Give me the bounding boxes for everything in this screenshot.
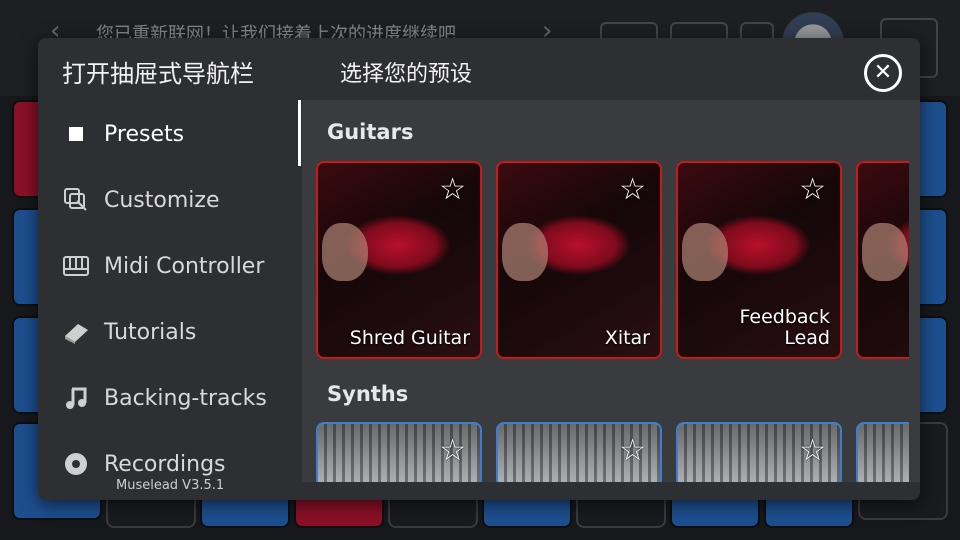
favorite-star-icon[interactable]: ☆ <box>619 175 646 205</box>
preset-card-synth[interactable]: ☆ <box>676 422 842 482</box>
preset-card-feedback-lead[interactable]: ☆ Feedback Lead <box>676 161 842 359</box>
preset-card-synth-partial[interactable] <box>856 422 909 482</box>
sidebar-item-presets[interactable]: Presets <box>62 114 184 154</box>
preset-card-label: Xitar <box>604 327 650 349</box>
keyboard-icon <box>62 252 90 280</box>
preset-card-label: Shred Guitar <box>349 327 470 349</box>
preset-card-shred-guitar[interactable]: ☆ Shred Guitar <box>316 161 482 359</box>
sidebar-item-label: Customize <box>104 187 220 213</box>
active-indicator <box>298 100 301 166</box>
hand-image <box>322 223 368 281</box>
synth-image <box>858 424 909 482</box>
section-title-synths: Synths <box>327 382 409 406</box>
sidebar-item-label: Backing-tracks <box>104 385 267 411</box>
favorite-star-icon[interactable]: ☆ <box>439 436 466 466</box>
preset-card-xitar[interactable]: ☆ Xitar <box>496 161 662 359</box>
hand-image <box>502 223 548 281</box>
section-title-guitars: Guitars <box>327 120 414 144</box>
sidebar-item-customize[interactable]: Customize <box>62 180 219 220</box>
favorite-star-icon[interactable]: ☆ <box>619 436 646 466</box>
preset-section-title: 选择您的预设 <box>340 62 473 87</box>
preset-card-guitar-partial[interactable] <box>856 161 909 359</box>
synth-presets-row[interactable]: ☆ ☆ ☆ <box>316 422 909 482</box>
drawer-title: 打开抽屉式导航栏 <box>62 60 254 88</box>
sidebar-item-label: Midi Controller <box>104 253 265 279</box>
customize-icon <box>62 186 90 214</box>
hand-image <box>862 223 908 281</box>
preset-card-synth[interactable]: ☆ <box>316 422 482 482</box>
square-icon <box>62 120 90 148</box>
preset-card-synth[interactable]: ☆ <box>496 422 662 482</box>
favorite-star-icon[interactable]: ☆ <box>799 436 826 466</box>
music-note-icon <box>62 384 90 412</box>
sidebar-item-label: Presets <box>104 121 185 147</box>
preset-drawer-modal: 打开抽屉式导航栏 选择您的预设 ✕ Presets Customize Midi… <box>38 38 920 500</box>
sidebar-item-tutorials[interactable]: Tutorials <box>62 312 196 352</box>
drawer-sidebar: Presets Customize Midi Controller Tutori… <box>38 100 300 485</box>
sidebar-item-label: Recordings <box>104 451 226 477</box>
sidebar-item-backing-tracks[interactable]: Backing-tracks <box>62 378 267 418</box>
book-icon <box>62 318 90 346</box>
record-icon <box>62 450 90 478</box>
sidebar-item-midi-controller[interactable]: Midi Controller <box>62 246 264 286</box>
favorite-star-icon[interactable]: ☆ <box>799 175 826 205</box>
guitar-presets-row[interactable]: ☆ Shred Guitar ☆ Xitar ☆ Feedback Lead <box>316 161 909 361</box>
presets-panel[interactable]: Guitars ☆ Shred Guitar ☆ Xitar ☆ Feedbac… <box>302 100 920 482</box>
preset-card-label: Feedback Lead <box>739 306 830 349</box>
sidebar-item-label: Tutorials <box>104 319 197 345</box>
close-button[interactable]: ✕ <box>864 54 902 92</box>
app-version: Muselead V3.5.1 <box>116 478 225 493</box>
hand-image <box>682 223 728 281</box>
favorite-star-icon[interactable]: ☆ <box>439 175 466 205</box>
close-icon: ✕ <box>873 60 893 85</box>
